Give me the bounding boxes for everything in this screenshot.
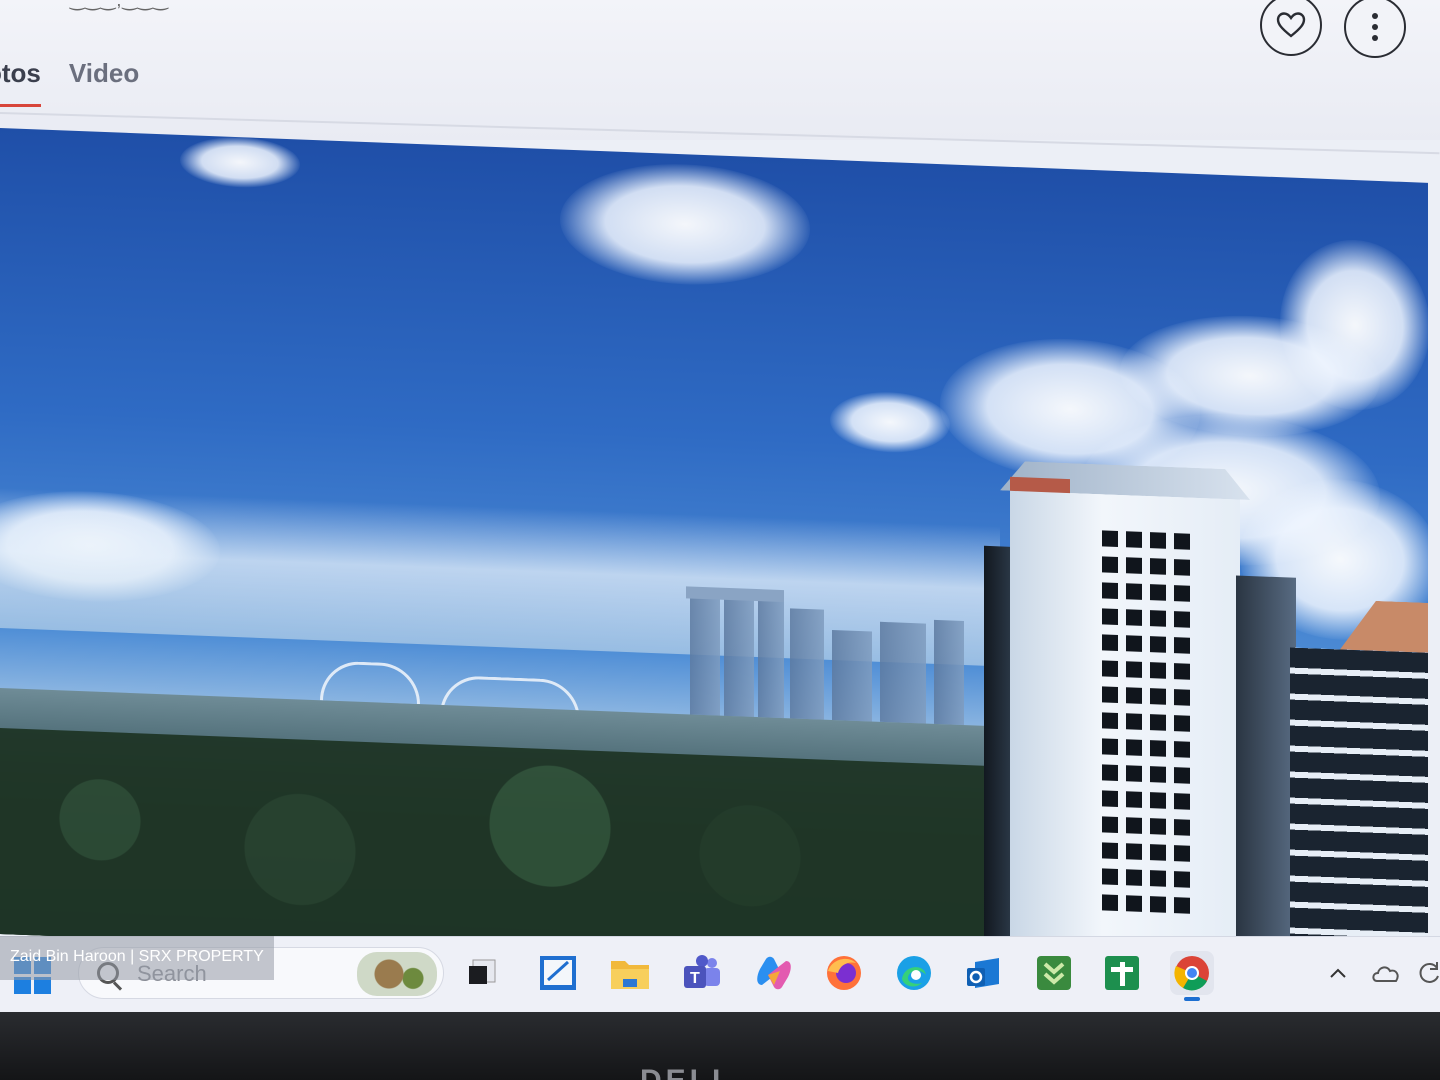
teams-icon[interactable]: T [680, 951, 724, 995]
snipping-tool-icon[interactable] [536, 951, 580, 995]
sync-icon[interactable] [1414, 951, 1440, 995]
more-vertical-icon [1372, 13, 1378, 41]
photo-watermark: Zaid Bin Haroon | SRX PROPERTY [0, 936, 274, 980]
more-options-button[interactable] [1344, 0, 1406, 58]
building-windows [1102, 530, 1190, 914]
building-red-cap [1010, 476, 1070, 494]
file-explorer-icon[interactable] [608, 951, 652, 995]
search-highlight-art [357, 952, 437, 996]
onedrive-icon[interactable] [1366, 951, 1406, 995]
skyline-tower [934, 619, 964, 726]
cloud [560, 159, 810, 290]
cloud [180, 134, 300, 190]
task-view-icon[interactable] [460, 951, 504, 995]
listing-photo[interactable] [0, 128, 1428, 989]
skyline-tower [724, 595, 754, 717]
skyline-tower [758, 597, 784, 719]
skyline-tower [690, 594, 720, 716]
skyline-tower [880, 621, 926, 724]
heart-icon [1276, 12, 1306, 38]
chevron-up-icon[interactable] [1318, 951, 1358, 995]
skyline-tower [790, 608, 824, 720]
svg-text:T: T [690, 970, 700, 987]
media-tabs: otos Video [0, 58, 139, 107]
screen: ‿‿‿,‿‿‿ otos Video [0, 0, 1440, 1012]
listing-header: ‿‿‿,‿‿‿ otos Video [0, 0, 1440, 155]
chrome-icon[interactable] [1170, 951, 1214, 1001]
copilot-icon[interactable] [752, 951, 796, 995]
outlook-icon[interactable] [962, 951, 1006, 995]
tab-photos[interactable]: otos [0, 58, 41, 107]
building-glass-side [1236, 575, 1296, 989]
edge-icon[interactable] [892, 951, 936, 995]
download-app-icon[interactable] [1032, 951, 1076, 995]
tab-video[interactable]: Video [69, 58, 139, 107]
cloud [830, 389, 950, 455]
skyline-tower [832, 629, 872, 722]
firefox-icon[interactable] [822, 951, 866, 995]
dell-logo: DELL [640, 1064, 734, 1080]
add-app-icon[interactable] [1100, 951, 1144, 995]
gardens-dome [320, 660, 420, 705]
listing-subtext: ‿‿‿,‿‿‿ [70, 0, 169, 10]
favorite-button[interactable] [1260, 0, 1322, 56]
main-building [1010, 487, 1240, 989]
